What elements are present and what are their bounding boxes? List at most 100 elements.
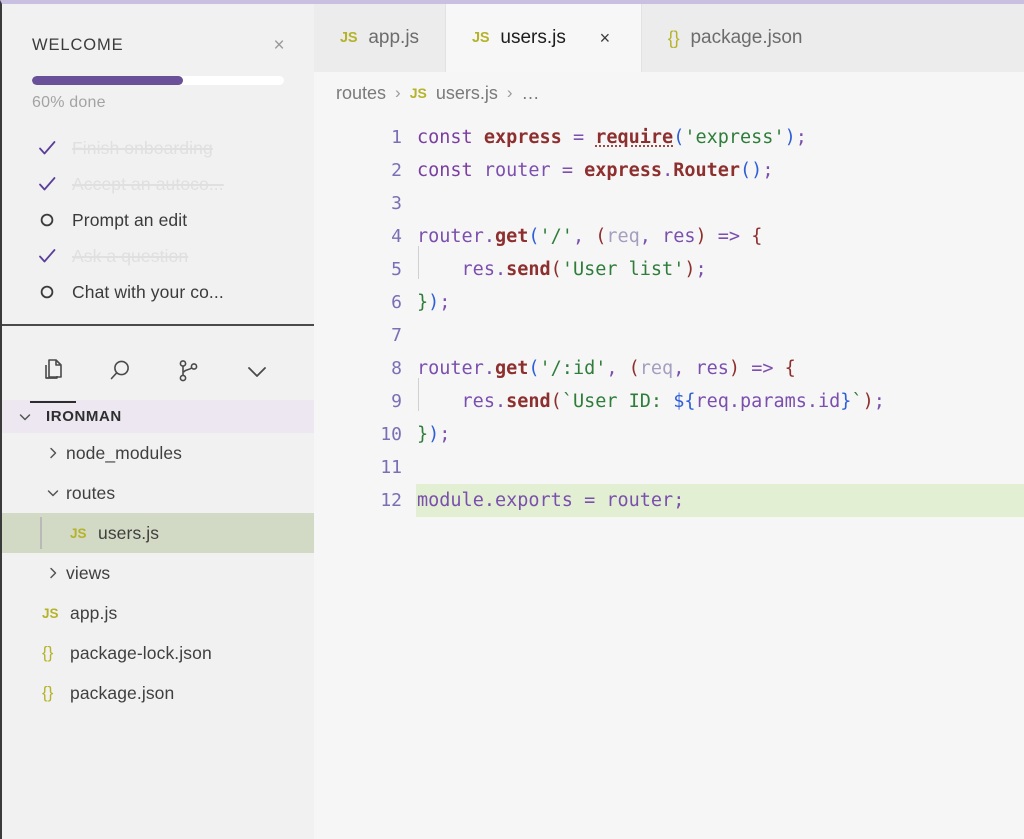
chevron-right-icon: › [506,83,513,102]
tab-bar-filler [828,4,1024,72]
tree-item-views[interactable]: views [2,553,314,593]
walkthrough-item-chat-with-codebase[interactable]: Chat with your co... [2,274,314,310]
chevron-right-icon [40,565,66,581]
walkthrough-item-finish-onboarding[interactable]: Finish onboarding [2,130,314,166]
explorer-root-ironman[interactable]: IRONMAN [2,400,314,433]
breadcrumb-segment-overflow[interactable]: … [522,83,540,104]
chevron-down-icon [12,409,38,425]
explorer-root-label: IRONMAN [46,408,122,425]
tab-label: users.js [500,27,566,48]
line-number: 12 [380,490,402,511]
circle-icon [36,281,58,303]
check-icon [36,137,58,159]
check-icon [36,245,58,267]
walkthrough-task-list: Finish onboarding Accept an autoco... Pr… [2,112,314,310]
chevron-right-icon: › [395,83,401,102]
line-number: 3 [391,193,402,214]
code-line-content[interactable]: }); [416,418,1024,451]
file-explorer: IRONMAN node_modules routes JS users.js … [2,400,314,839]
progress-bar-fill [32,76,184,85]
tree-item-node_modules[interactable]: node_modules [2,433,314,473]
code-line: 3 [314,187,1024,220]
code-line: 7 [314,319,1024,352]
breadcrumb: routes › JS users.js › … [314,72,1024,114]
tree-item-package-lock-json[interactable]: {} package-lock.json [2,633,314,673]
tree-item-users-js[interactable]: JS users.js [2,513,314,553]
tree-item-label: routes [66,482,116,503]
tree-item-routes[interactable]: routes [2,473,314,513]
explorer-files-icon[interactable] [30,354,76,403]
breadcrumb-segment-users-js[interactable]: users.js [436,83,498,104]
close-icon[interactable]: × [268,34,290,56]
tab-label: app.js [368,27,420,48]
walkthrough-item-ask-a-question[interactable]: Ask a question [2,238,314,274]
tree-item-label: package.json [70,682,175,703]
close-icon[interactable]: × [595,28,615,48]
code-line-content[interactable]: res.send(`User ID: ${req.params.id}`); [416,378,1024,418]
vscode-window: WELCOME × 60% done Finish onboarding Acc… [0,0,1024,839]
check-icon [36,173,58,195]
code-line-content[interactable]: const express = require('express'); [416,121,1024,154]
line-number: 9 [391,391,402,412]
code-line: 4 router.get('/', (req, res) => { [314,220,1024,253]
editor-area: JS app.js JS users.js × {} package.json … [314,4,1024,839]
js-file-icon: JS [42,605,59,621]
activity-bar [2,326,314,403]
tree-item-label: views [66,562,111,583]
json-file-icon: {} [42,683,54,702]
js-file-icon: JS [409,85,427,101]
line-number: 2 [391,160,402,181]
line-number: 1 [391,127,402,148]
breadcrumb-segment-routes[interactable]: routes [336,83,386,104]
sidebar: WELCOME × 60% done Finish onboarding Acc… [2,4,314,839]
js-file-icon: JS [340,30,358,46]
code-line-content[interactable]: }); [416,286,1024,319]
tab-label: package.json [690,27,803,48]
welcome-walkthrough-panel: WELCOME × 60% done Finish onboarding Acc… [2,4,314,326]
tab-app-js[interactable]: JS app.js [314,4,446,72]
search-icon[interactable] [104,354,138,388]
chevron-down-icon[interactable] [240,354,274,388]
line-number: 8 [391,358,402,379]
line-number: 5 [391,259,402,280]
code-line-content[interactable]: router.get('/', (req, res) => { [416,220,1024,253]
json-file-icon: {} [42,643,54,662]
walkthrough-item-prompt-an-edit[interactable]: Prompt an edit [2,202,314,238]
walkthrough-item-label: Prompt an edit [72,209,188,230]
code-line: 11 [314,451,1024,484]
progress-bar-track [32,76,284,85]
walkthrough-item-label: Ask a question [72,245,189,266]
line-number: 7 [391,325,402,346]
json-file-icon: {} [667,27,680,48]
walkthrough-item-accept-autocomplete[interactable]: Accept an autoco... [2,166,314,202]
tree-item-app-js[interactable]: JS app.js [2,593,314,633]
tab-users-js[interactable]: JS users.js × [445,4,641,72]
tree-item-package-json[interactable]: {} package.json [2,673,314,713]
line-number: 4 [391,226,402,247]
code-line-content[interactable]: res.send('User list'); [416,246,1024,286]
code-line-added: 12 module.exports = router; [314,484,1024,517]
progress-label: 60% done [32,94,106,111]
code-line-content[interactable]: module.exports = router; [416,484,1024,517]
code-line: 5 res.send('User list'); [314,246,1024,286]
tab-package-json[interactable]: {} package.json [640,4,829,72]
tree-item-label: users.js [98,522,160,543]
code-line: 1 const express = require('express'); [314,121,1024,154]
welcome-title: WELCOME [32,35,124,54]
code-editor[interactable]: 1 const express = require('express'); 2 … [314,114,1024,839]
source-control-branch-icon[interactable] [172,354,206,388]
code-line: 9 res.send(`User ID: ${req.params.id}`); [314,378,1024,418]
line-number: 10 [380,424,402,445]
code-line-content[interactable]: const router = express.Router(); [416,154,1024,187]
tree-item-label: node_modules [66,442,183,463]
chevron-down-icon [40,485,66,501]
circle-icon [36,209,58,231]
code-line: 2 const router = express.Router(); [314,154,1024,187]
tree-item-label: package-lock.json [70,642,212,663]
progress-section: 60% done [2,56,314,112]
js-file-icon: JS [472,30,490,46]
tree-item-label: app.js [70,602,118,623]
editor-tab-bar: JS app.js JS users.js × {} package.json [314,4,1024,72]
welcome-header: WELCOME × [2,4,314,56]
code-line-content[interactable]: router.get('/:id', (req, res) => { [416,352,1024,385]
